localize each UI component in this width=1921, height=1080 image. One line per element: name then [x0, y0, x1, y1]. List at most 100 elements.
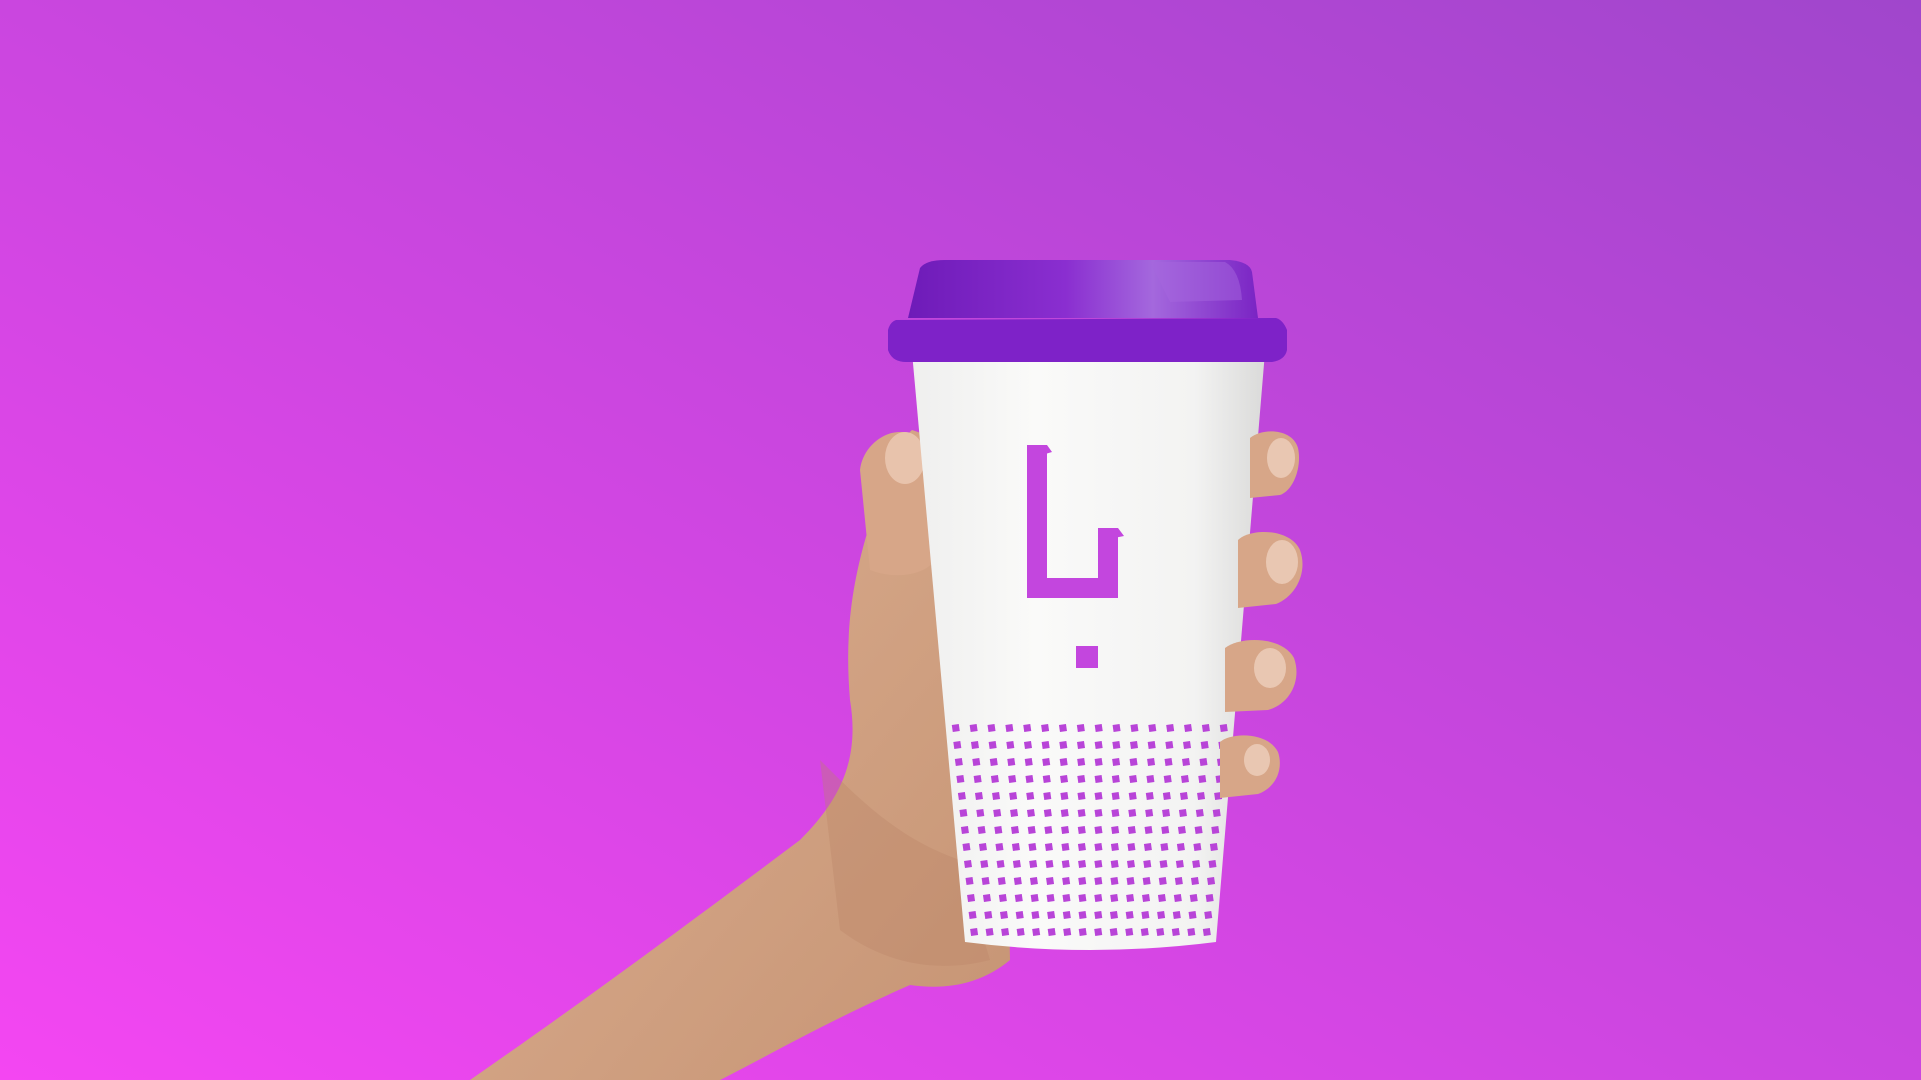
pattern-dot — [1110, 843, 1119, 851]
pattern-dot — [973, 775, 982, 783]
pattern-dot — [1077, 758, 1086, 766]
pattern-dot — [1044, 826, 1053, 834]
pattern-dot — [1166, 724, 1175, 732]
pattern-dot — [1162, 792, 1171, 800]
pattern-dot — [1164, 758, 1173, 766]
pattern-dot — [1201, 724, 1210, 732]
pattern-dot — [988, 741, 997, 749]
pattern-dot — [1147, 741, 1156, 749]
pattern-dot — [965, 877, 974, 885]
pattern-dot — [1094, 792, 1103, 800]
pattern-dot — [998, 894, 1007, 902]
pattern-dot — [1171, 928, 1180, 936]
pattern-dot — [1060, 809, 1069, 817]
pattern-dot — [1109, 928, 1118, 936]
pattern-dot — [1007, 758, 1016, 766]
pattern-dot — [1010, 809, 1019, 817]
pattern-dot — [1205, 894, 1214, 902]
pattern-dot — [1047, 928, 1056, 936]
pattern-dot — [1177, 826, 1186, 834]
pattern-dot — [1111, 826, 1120, 834]
pattern-dot — [1094, 724, 1103, 732]
pattern-dot — [978, 843, 987, 851]
pattern-dot — [984, 911, 993, 919]
pattern-dot — [1184, 724, 1193, 732]
pattern-dot — [1183, 741, 1192, 749]
pattern-dot — [1094, 843, 1103, 851]
pattern-dot — [1140, 928, 1149, 936]
pattern-dot — [1178, 809, 1187, 817]
pattern-dot — [1026, 809, 1035, 817]
pattern-dot — [1175, 860, 1184, 868]
pattern-dot — [1012, 860, 1021, 868]
pattern-dot — [1200, 741, 1209, 749]
pattern-dot — [1147, 758, 1156, 766]
pattern-dot — [967, 894, 976, 902]
pattern-dot — [1145, 809, 1154, 817]
pattern-dot — [1189, 894, 1198, 902]
pattern-dot — [974, 792, 983, 800]
finger-ring-nail — [1254, 648, 1286, 688]
pattern-dot — [1162, 809, 1171, 817]
pattern-dot — [977, 826, 986, 834]
pattern-dot — [1202, 928, 1211, 936]
pattern-dot — [1078, 877, 1087, 885]
pattern-dot — [1006, 741, 1015, 749]
pattern-dot — [1111, 792, 1120, 800]
pattern-dot — [990, 775, 999, 783]
finger-middle-nail — [1266, 540, 1298, 584]
finger-little-nail — [1244, 744, 1270, 776]
pattern-dot — [1197, 792, 1206, 800]
pattern-dot — [992, 792, 1001, 800]
product-mockup-scene — [0, 0, 1921, 1080]
pattern-dot — [1094, 911, 1103, 919]
pattern-dot — [1044, 843, 1053, 851]
pattern-dot — [1182, 758, 1190, 766]
pattern-dot — [1058, 724, 1067, 732]
pattern-dot — [970, 928, 979, 936]
pattern-dot — [982, 894, 991, 902]
pattern-dot — [1187, 928, 1196, 936]
pattern-dot — [963, 860, 972, 868]
pattern-dot — [956, 775, 965, 783]
pattern-dot — [969, 724, 978, 732]
pattern-dot — [1046, 877, 1055, 885]
pattern-dot — [1157, 894, 1166, 902]
pattern-dot — [1142, 894, 1151, 902]
pattern-dot — [1161, 826, 1170, 834]
pattern-dot — [1111, 775, 1120, 783]
pattern-dot — [1172, 911, 1181, 919]
pattern-dot — [1077, 775, 1086, 783]
pattern-dot — [1076, 724, 1085, 732]
pattern-dot — [1028, 843, 1037, 851]
pattern-dot — [953, 741, 962, 749]
pattern-dot — [957, 792, 966, 800]
pattern-dot — [1141, 911, 1150, 919]
pattern-dot — [1027, 826, 1036, 834]
pattern-dot — [1146, 775, 1155, 783]
pattern-dot — [1023, 724, 1032, 732]
pattern-dot — [1142, 877, 1151, 885]
pattern-dot — [985, 928, 994, 936]
pattern-dot — [1030, 894, 1039, 902]
pattern-dot — [1159, 860, 1168, 868]
pattern-dot — [1112, 724, 1121, 732]
pattern-dot — [1094, 741, 1103, 749]
pattern-dot — [1188, 911, 1197, 919]
pattern-dot — [1156, 928, 1165, 936]
pattern-dot — [960, 826, 969, 834]
pattern-dot — [1125, 928, 1134, 936]
pattern-dot — [954, 758, 963, 766]
pattern-dot — [1094, 775, 1103, 783]
pattern-dot — [1014, 894, 1023, 902]
pattern-dot — [1029, 860, 1038, 868]
pattern-dot — [1209, 843, 1218, 851]
pattern-dot — [1015, 911, 1024, 919]
pattern-dot — [995, 843, 1004, 851]
pattern-dot — [968, 911, 977, 919]
pattern-dot — [1061, 826, 1070, 834]
pattern-dot — [1094, 928, 1103, 936]
pattern-dot — [1031, 911, 1040, 919]
pattern-dot — [1009, 792, 1018, 800]
pattern-dot — [1059, 741, 1068, 749]
